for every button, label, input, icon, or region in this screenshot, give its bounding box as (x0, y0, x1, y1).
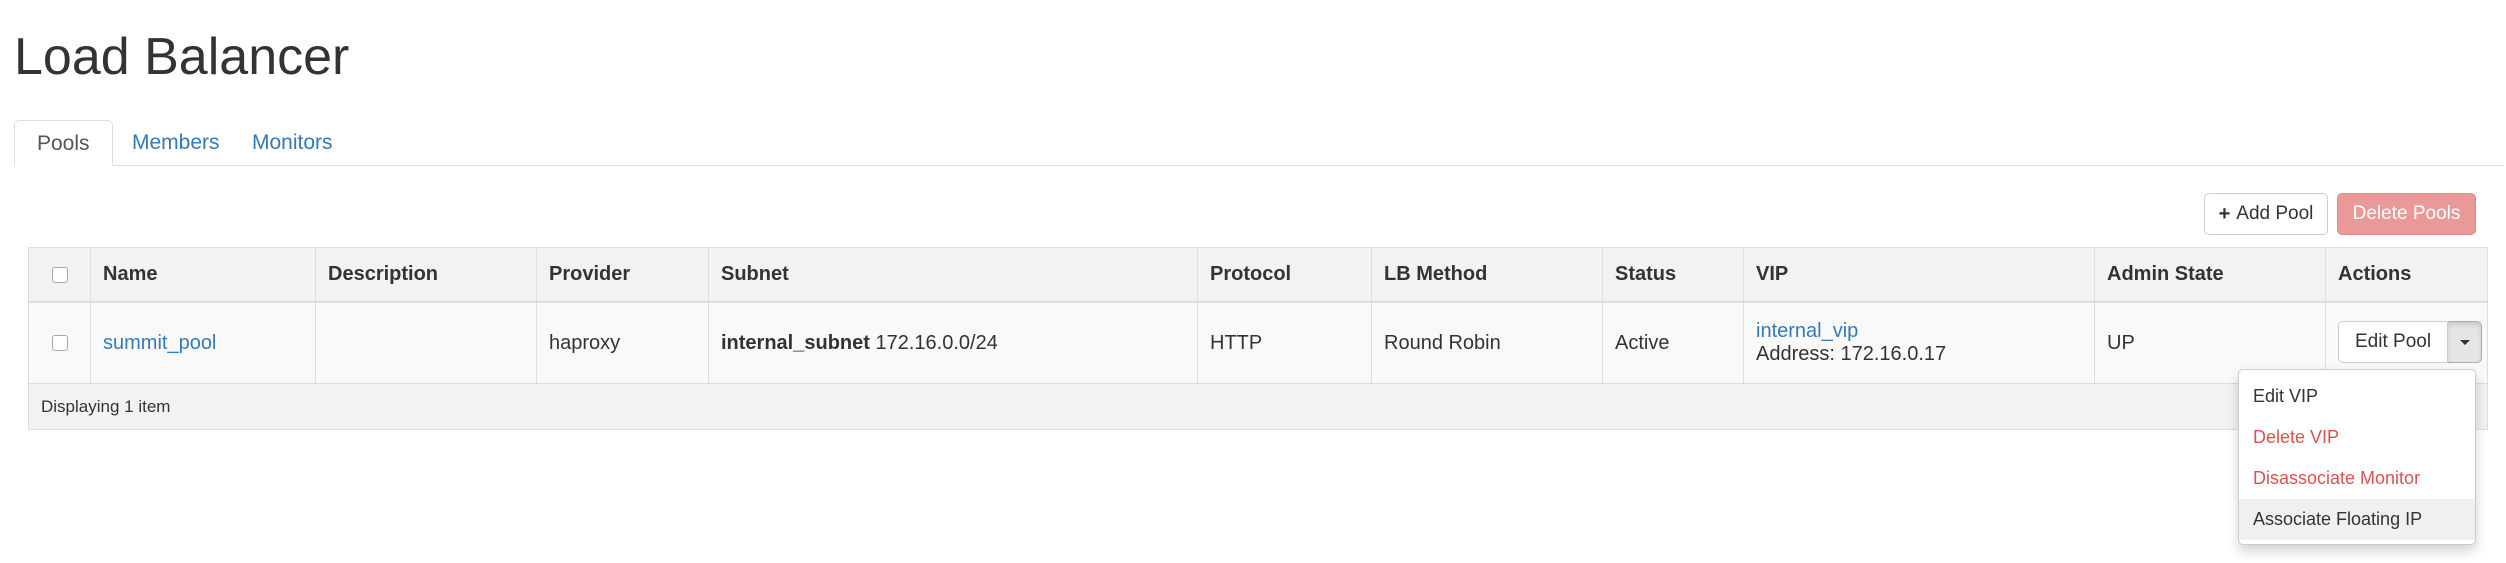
cell-protocol: HTTP (1198, 303, 1372, 383)
row-checkbox[interactable] (51, 335, 68, 351)
menu-item-disassociate-monitor[interactable]: Disassociate Monitor (2239, 458, 2475, 499)
vip-address: Address: 172.16.0.17 (1756, 343, 1947, 365)
cell-description (316, 303, 537, 383)
subnet-cidr: 172.16.0.0/24 (875, 331, 998, 354)
table-footer: Displaying 1 item (29, 384, 2487, 429)
select-all-checkbox[interactable] (51, 266, 68, 283)
caret-down-icon (2459, 339, 2470, 345)
vip-name-link[interactable]: internal_vip (1756, 320, 1858, 343)
page-title: Load Balancer (14, 28, 350, 86)
plus-icon: + (2218, 202, 2231, 225)
cell-name: summit_pool (91, 303, 316, 383)
edit-pool-button[interactable]: Edit Pool (2338, 321, 2449, 363)
column-header-description[interactable]: Description (316, 248, 537, 301)
add-pool-label: Add Pool (2236, 203, 2314, 224)
subnet-name: internal_subnet (721, 331, 870, 354)
column-header-name[interactable]: Name (91, 248, 316, 301)
delete-pools-button[interactable]: Delete Pools (2337, 193, 2476, 235)
column-header-admin-state[interactable]: Admin State (2095, 248, 2326, 301)
row-actions-split-button: Edit Pool (2338, 321, 2483, 363)
table-row: summit_pool haproxy internal_subnet 172.… (29, 303, 2487, 384)
tab-members[interactable]: Members (110, 120, 242, 165)
pool-name-link[interactable]: summit_pool (103, 332, 216, 355)
column-header-provider[interactable]: Provider (537, 248, 709, 301)
cell-status: Active (1603, 303, 1744, 383)
tab-monitors[interactable]: Monitors (230, 120, 355, 165)
cell-subnet: internal_subnet 172.16.0.0/24 (709, 303, 1198, 383)
menu-item-edit-vip[interactable]: Edit VIP (2239, 376, 2475, 417)
column-header-protocol[interactable]: Protocol (1198, 248, 1372, 301)
cell-provider: haproxy (537, 303, 709, 383)
tab-bar: Pools Members Monitors (14, 120, 2504, 166)
column-header-lb-method[interactable]: LB Method (1372, 248, 1603, 301)
table-header: Name Description Provider Subnet Protoco… (29, 248, 2487, 303)
actions-dropdown-menu: Edit VIP Delete VIP Disassociate Monitor… (2238, 369, 2476, 545)
column-header-status[interactable]: Status (1603, 248, 1744, 301)
item-count: Displaying 1 item (41, 397, 171, 416)
cell-vip: internal_vip Address: 172.16.0.17 (1744, 303, 2095, 383)
column-header-vip[interactable]: VIP (1744, 248, 2095, 301)
page: Load Balancer Pools Members Monitors + A… (0, 0, 2506, 563)
row-checkbox-cell (29, 303, 91, 383)
menu-item-associate-floating-ip[interactable]: Associate Floating IP (2239, 499, 2475, 540)
add-pool-button[interactable]: + Add Pool (2204, 193, 2328, 235)
header-checkbox-cell (29, 248, 91, 301)
column-header-subnet[interactable]: Subnet (709, 248, 1198, 301)
column-header-actions: Actions (2338, 263, 2412, 285)
cell-lb-method: Round Robin (1372, 303, 1603, 383)
tab-pools[interactable]: Pools (14, 120, 113, 166)
menu-item-delete-vip[interactable]: Delete VIP (2239, 417, 2475, 458)
actions-dropdown-toggle[interactable] (2448, 321, 2483, 363)
pools-table: Name Description Provider Subnet Protoco… (28, 247, 2488, 430)
